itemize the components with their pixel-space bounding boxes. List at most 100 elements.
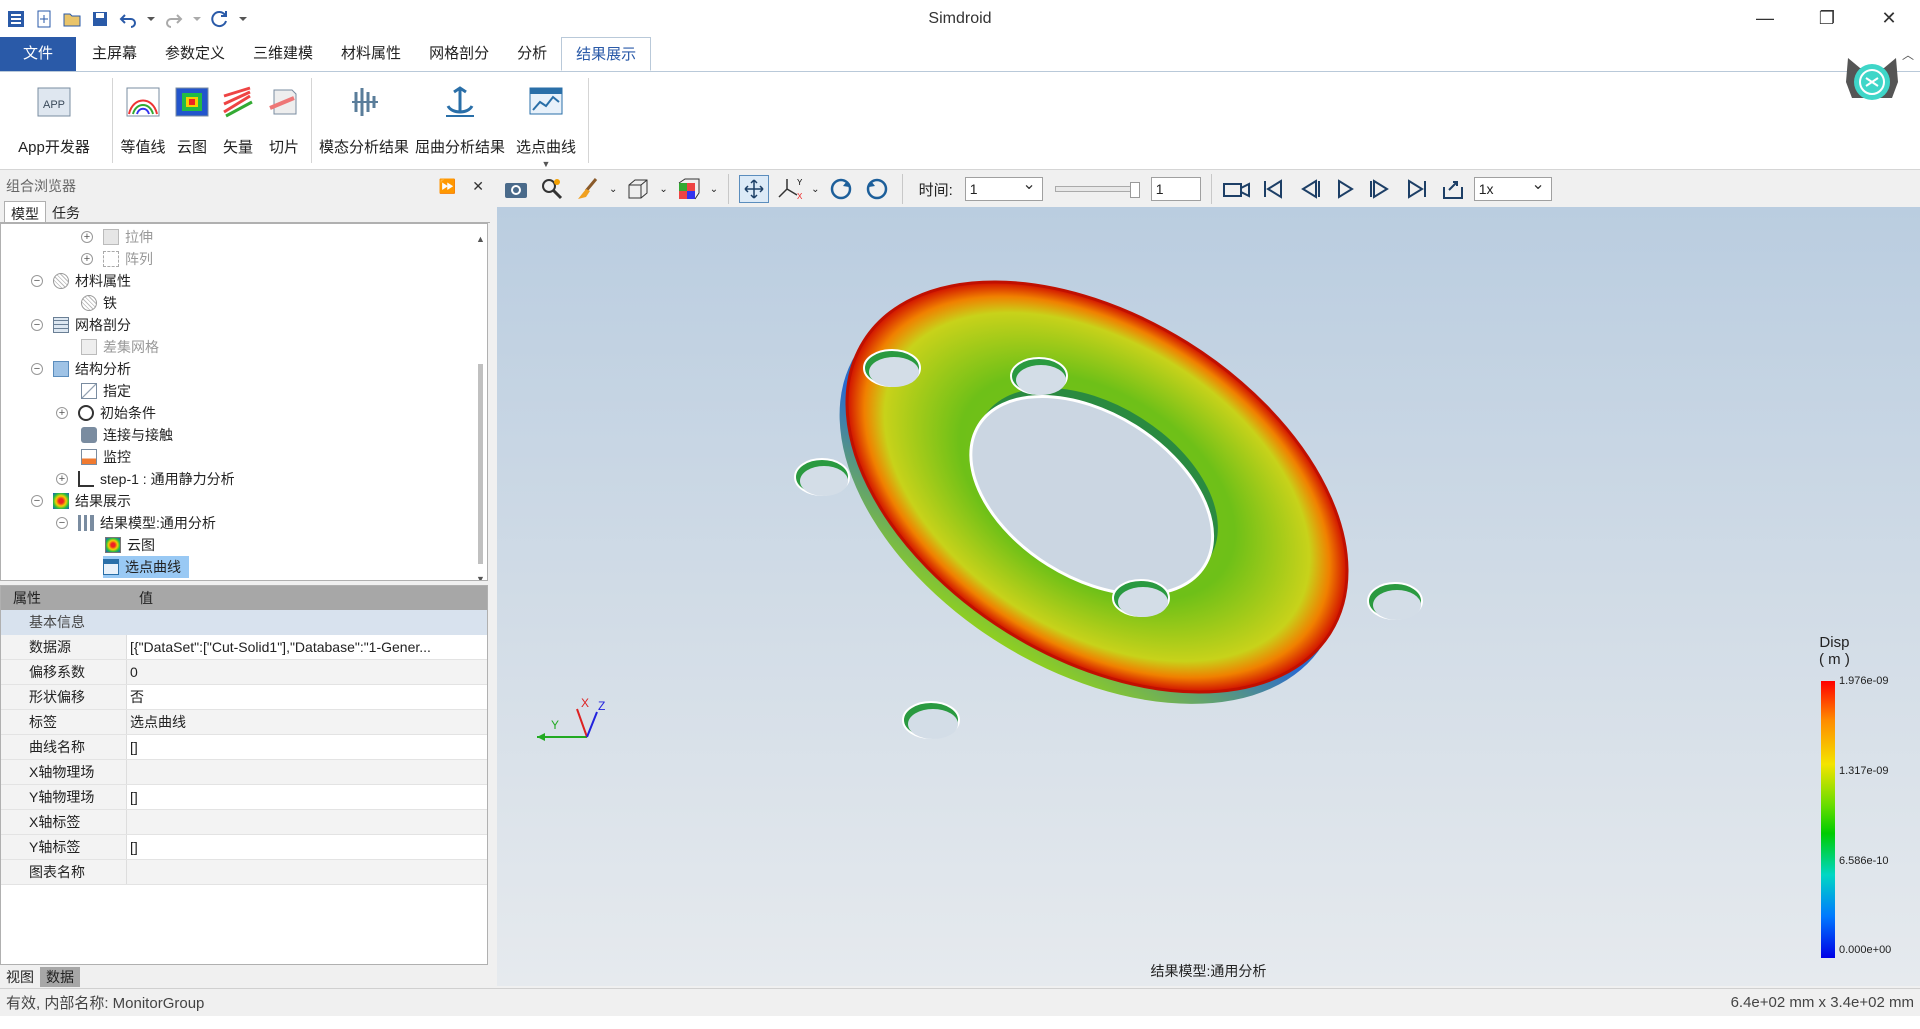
tab-results[interactable]: 结果展示 [561,37,652,71]
view-cube-icon[interactable] [623,175,653,203]
tab-3d-modeling[interactable]: 三维建模 [239,37,327,71]
buckling-results-button[interactable]: 屈曲分析结果 [412,72,508,169]
dock-icon[interactable]: ⏩ [439,178,456,195]
tree-item-initial-conditions[interactable]: + 初始条件 [56,402,156,424]
zoom-select-icon[interactable] [537,175,567,203]
scrollbar-thumb[interactable] [478,364,483,564]
point-curve-button[interactable]: 选点曲线 ▼ [508,72,584,169]
property-row[interactable]: 数据源 [{"DataSet":["Cut-Solid1"],"Database"… [1,635,487,660]
property-row[interactable]: Y轴物理场[] [1,785,487,810]
display-mode-icon[interactable] [674,175,704,203]
tab-view[interactable]: 视图 [0,967,40,987]
tree-item-assign[interactable]: 指定 [81,380,131,402]
collapse-icon[interactable]: − [31,275,43,287]
view-dropdown-icon[interactable]: ⌄ [659,184,667,195]
collapse-icon[interactable]: − [31,319,43,331]
redo-icon[interactable] [164,9,184,29]
record-video-icon[interactable] [1222,175,1252,203]
collapse-icon[interactable]: − [31,495,43,507]
point-curve-dropdown-icon[interactable]: ▼ [542,159,551,169]
collapse-icon[interactable]: − [56,517,68,529]
property-row[interactable]: X轴标签 [1,810,487,835]
slice-button[interactable]: 切片 [261,72,307,169]
new-file-icon[interactable] [34,9,54,29]
property-row[interactable]: 图表名称 [1,860,487,885]
export-icon[interactable] [1438,175,1468,203]
display-dropdown-icon[interactable]: ⌄ [710,184,718,195]
next-frame-icon[interactable] [1366,175,1396,203]
rotate-right-icon[interactable] [862,175,892,203]
property-row[interactable]: 形状偏移否 [1,685,487,710]
undo-dropdown-icon[interactable] [146,9,156,29]
tree-item-results[interactable]: − 结果展示 [31,490,131,512]
time-slider[interactable] [1054,182,1140,198]
clean-dropdown-icon[interactable]: ⌄ [609,184,617,195]
close-panel-icon[interactable]: ✕ [472,178,484,195]
redo-dropdown-icon[interactable] [192,9,202,29]
tree-item-array[interactable]: + 阵列 [81,248,153,270]
property-row[interactable]: 偏移系数 0 [1,660,487,685]
tab-analysis[interactable]: 分析 [503,37,561,71]
minimize-button[interactable]: — [1734,0,1796,37]
vector-button[interactable]: 矢量 [215,72,261,169]
tab-parameters[interactable]: 参数定义 [151,37,239,71]
save-icon[interactable] [90,9,110,29]
tab-tasks[interactable]: 任务 [46,201,86,222]
tab-file[interactable]: 文件 [0,37,76,71]
modal-results-button[interactable]: 模态分析结果 [316,72,412,169]
app-developer-button[interactable]: APP App开发器 [0,72,108,169]
tree-item-iron[interactable]: 铁 [81,292,117,314]
property-row[interactable]: 曲线名称[] [1,735,487,760]
tree-item-structural-analysis[interactable]: − 结构分析 [31,358,131,380]
play-icon[interactable] [1330,175,1360,203]
tab-model[interactable]: 模型 [4,201,46,222]
customize-toolbar-icon[interactable] [238,9,248,29]
scroll-up-icon[interactable]: ▲ [476,234,485,244]
collapse-ribbon-icon[interactable]: ︿ [1902,46,1914,63]
tree-item-meshing[interactable]: − 网格剖分 [31,314,131,336]
tree-item-connection-contact[interactable]: 连接与接触 [81,424,173,446]
flange-model[interactable]: Y X Z [497,207,1920,986]
tree-item-step-1[interactable]: + step-1 : 通用静力分析 [56,468,235,490]
screenshot-icon[interactable] [501,175,531,203]
tree-scrollbar[interactable]: ▲ ▼ [475,234,485,580]
3d-viewport[interactable]: Y X Z Disp ( m ) 1.976e-09 1.317e-09 6.5… [497,207,1920,986]
expand-icon[interactable]: + [81,231,93,243]
tab-data[interactable]: 数据 [40,967,80,987]
property-group-basic[interactable]: 基本信息 [1,610,487,635]
first-frame-icon[interactable] [1258,175,1288,203]
collapse-icon[interactable]: − [31,363,43,375]
axes-dropdown-icon[interactable]: ⌄ [811,184,819,195]
tree-item-material[interactable]: − 材料属性 [31,270,131,292]
property-row[interactable]: 标签 选点曲线 [1,710,487,735]
close-button[interactable]: ✕ [1858,0,1920,37]
refresh-icon[interactable] [210,9,230,29]
time-select[interactable]: 1 [964,174,1043,201]
expand-icon[interactable]: + [56,407,68,419]
open-folder-icon[interactable] [62,9,82,29]
restore-button[interactable]: ❐ [1796,0,1858,37]
fit-all-icon[interactable] [739,175,770,203]
tree-item-monitor[interactable]: 监控 [81,446,131,468]
previous-frame-icon[interactable] [1294,175,1324,203]
property-row[interactable]: X轴物理场 [1,760,487,785]
rotate-left-icon[interactable] [826,175,856,203]
clean-icon[interactable] [573,175,603,203]
axes-icon[interactable]: YX [775,175,805,203]
tab-meshing[interactable]: 网格剖分 [415,37,503,71]
scroll-down-icon[interactable]: ▼ [476,574,485,580]
user-avatar[interactable] [1844,52,1900,108]
frame-spinbox[interactable]: 1 [1150,177,1201,201]
tree-item-diff-mesh[interactable]: 差集网格 [81,336,159,358]
undo-icon[interactable] [118,9,138,29]
tree-item-cloud-map[interactable]: 云图 [105,534,155,556]
last-frame-icon[interactable] [1402,175,1432,203]
tab-home[interactable]: 主屏幕 [78,37,151,71]
property-row[interactable]: Y轴标签[] [1,835,487,860]
tree-item-extrude[interactable]: + 拉伸 [81,226,153,248]
cloud-map-button[interactable]: 云图 [169,72,215,169]
tree-item-point-curve[interactable]: 选点曲线 [103,556,189,578]
playback-speed-select[interactable]: 1x [1473,174,1552,201]
tree-item-result-model[interactable]: − 结果模型:通用分析 [56,512,216,534]
expand-icon[interactable]: + [56,473,68,485]
